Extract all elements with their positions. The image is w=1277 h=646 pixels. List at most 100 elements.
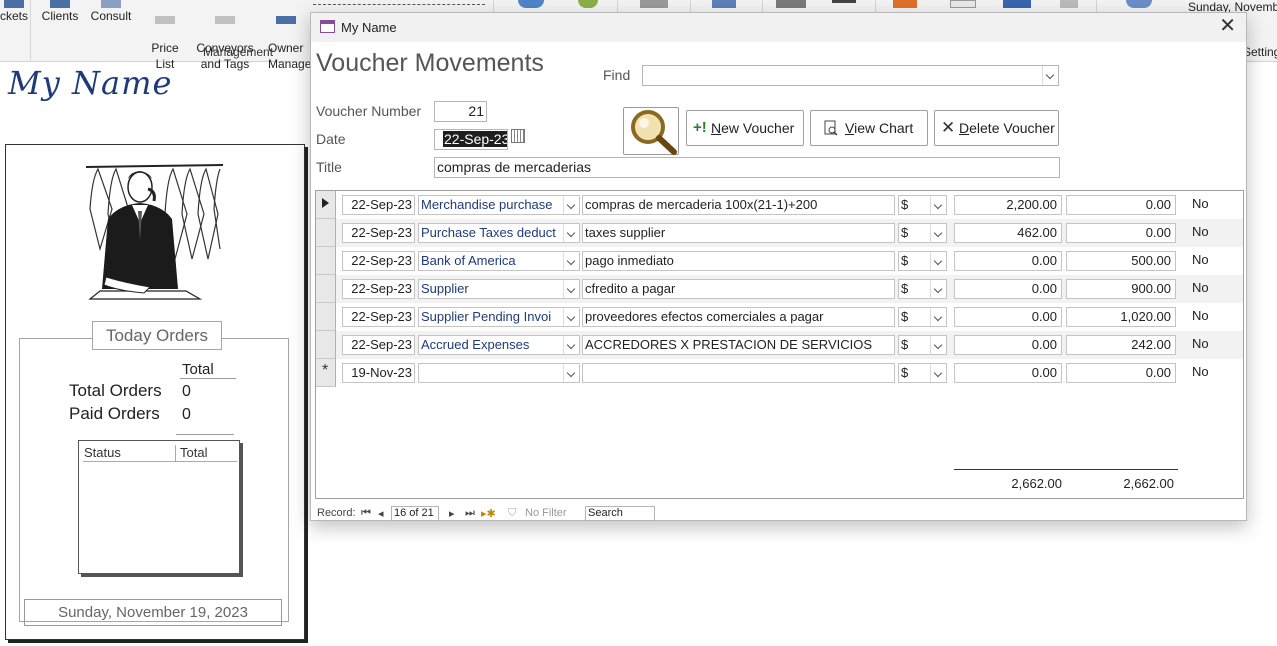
chevron-down-icon[interactable] [930, 196, 946, 214]
ribbon-owner-button[interactable]: Owner Manage [262, 0, 312, 72]
row-account-combo[interactable]: Bank of America [418, 251, 580, 271]
view-chart-button[interactable]: View Chart [810, 110, 928, 146]
row-currency-combo[interactable]: $ [898, 335, 947, 355]
table-row[interactable]: 22-Sep-23 Accrued Expenses ACCREDORES X PR… [316, 331, 1243, 359]
copy-icon[interactable] [1060, 0, 1078, 8]
chevron-down-icon[interactable] [930, 336, 946, 354]
search-button[interactable] [623, 107, 679, 155]
row-description-cell[interactable]: taxes supplier [582, 223, 895, 243]
chevron-down-icon[interactable] [1042, 66, 1058, 85]
record-selector[interactable] [316, 331, 336, 359]
row-debit-cell[interactable]: 0.00 [954, 279, 1062, 299]
new-record-icon[interactable] [316, 359, 336, 387]
search-box[interactable]: Search [585, 506, 655, 521]
row-description-cell[interactable]: compras de mercaderia 100x(21-1)+200 [582, 195, 895, 215]
orders-status-list[interactable]: Status Total [78, 440, 240, 574]
record-position-field[interactable]: 16 of 21 [391, 506, 439, 521]
last-record-icon[interactable]: ⏭ [465, 507, 475, 520]
row-description-cell[interactable]: ACCREDORES X PRESTACION DE SERVICIOS [582, 335, 895, 355]
chevron-down-icon[interactable] [930, 280, 946, 298]
chevron-down-icon[interactable] [563, 196, 579, 214]
row-debit-cell[interactable]: 462.00 [954, 223, 1062, 243]
row-account-combo[interactable]: Supplier [418, 279, 580, 299]
chevron-down-icon[interactable] [930, 308, 946, 326]
chevron-down-icon[interactable] [930, 252, 946, 270]
row-date-cell[interactable]: 22-Sep-23 [342, 195, 415, 215]
ribbon-clients-button[interactable]: Clients [38, 0, 82, 24]
window-titlebar[interactable]: My Name ✕ [311, 13, 1246, 42]
row-currency-combo[interactable]: $ [898, 223, 947, 243]
row-debit-cell[interactable]: 0.00 [954, 335, 1062, 355]
row-account-combo[interactable]: Accrued Expenses [418, 335, 580, 355]
chevron-down-icon[interactable] [563, 252, 579, 270]
new-record-icon[interactable]: ▸✱ [481, 507, 496, 520]
sync-icon[interactable] [578, 0, 598, 8]
row-description-cell[interactable]: pago inmediato [582, 251, 895, 271]
row-description-cell[interactable]: cfredito a pagar [582, 279, 895, 299]
row-debit-cell[interactable]: 0.00 [954, 307, 1062, 327]
row-debit-cell[interactable]: 2,200.00 [954, 195, 1062, 215]
ribbon-consult-button[interactable]: Consult [88, 0, 134, 24]
row-account-combo[interactable]: Merchandise purchase [418, 195, 580, 215]
row-debit-cell[interactable]: 0.00 [954, 363, 1062, 383]
row-date-cell[interactable]: 22-Sep-23 [342, 251, 415, 271]
row-credit-cell[interactable]: 0.00 [1066, 195, 1176, 215]
close-icon[interactable]: ✕ [1219, 16, 1236, 36]
settings-gear-icon[interactable] [1126, 0, 1152, 8]
export-icon[interactable] [776, 0, 806, 8]
row-credit-cell[interactable]: 500.00 [1066, 251, 1176, 271]
numbers-icon[interactable] [950, 0, 976, 8]
row-credit-cell[interactable]: 0.00 [1066, 363, 1176, 383]
table-row[interactable]: 22-Sep-23 Supplier Pending Invoi proveedor… [316, 303, 1243, 331]
chevron-down-icon[interactable] [930, 224, 946, 242]
new-voucher-button[interactable]: +! New Voucher [686, 110, 804, 146]
row-date-cell[interactable]: 22-Sep-23 [342, 223, 415, 243]
new-record-row[interactable]: 19-Nov-23 $0.00 0.00 No [316, 359, 1243, 387]
refresh-icon[interactable] [518, 0, 544, 8]
voucher-number-field[interactable]: 21 [434, 101, 487, 122]
row-date-cell[interactable]: 22-Sep-23 [342, 307, 415, 327]
prev-record-icon[interactable]: ◂ [378, 507, 384, 520]
no-filter-label[interactable]: No Filter [525, 507, 567, 519]
row-date-cell[interactable]: 22-Sep-23 [342, 335, 415, 355]
record-selector[interactable] [316, 247, 336, 275]
chevron-down-icon[interactable] [563, 364, 579, 382]
chevron-down-icon[interactable] [563, 280, 579, 298]
row-currency-combo[interactable]: $ [898, 363, 947, 383]
row-debit-cell[interactable]: 0.00 [954, 251, 1062, 271]
table-row[interactable]: 22-Sep-23 Bank of America pago inmediato $0… [316, 247, 1243, 275]
row-credit-cell[interactable]: 242.00 [1066, 335, 1176, 355]
chart-icon[interactable] [893, 0, 917, 8]
chevron-down-icon[interactable] [563, 336, 579, 354]
row-date-cell[interactable]: 19-Nov-23 [342, 363, 415, 383]
record-selector[interactable] [316, 219, 336, 247]
first-record-icon[interactable]: ⏮ [361, 507, 371, 520]
chevron-down-icon[interactable] [563, 224, 579, 242]
row-description-cell[interactable]: proveedores efectos comerciales a pagar [582, 307, 895, 327]
table-row[interactable]: 22-Sep-23 Purchase Taxes deduct taxes supp… [316, 219, 1243, 247]
row-account-combo[interactable]: Purchase Taxes deduct [418, 223, 580, 243]
ribbon-price-list-button[interactable]: Price List [144, 0, 186, 72]
row-currency-combo[interactable]: $ [898, 251, 947, 271]
calendar-icon[interactable] [511, 129, 525, 143]
row-currency-combo[interactable]: $ [898, 307, 947, 327]
row-description-cell[interactable] [582, 363, 895, 383]
edit-icon[interactable] [712, 0, 736, 8]
row-account-combo[interactable] [418, 363, 580, 383]
row-currency-combo[interactable]: $ [898, 279, 947, 299]
delete-voucher-button[interactable]: ✕ Delete Voucher [934, 110, 1059, 146]
table-row[interactable]: 22-Sep-23 Merchandise purchase compras de … [316, 191, 1243, 219]
record-selector[interactable] [316, 303, 336, 331]
row-credit-cell[interactable]: 1,020.00 [1066, 307, 1176, 327]
record-selector[interactable] [316, 275, 336, 303]
minus-icon[interactable] [832, 0, 856, 3]
find-combo[interactable] [642, 65, 1059, 86]
current-record-icon[interactable] [316, 191, 336, 219]
date-field[interactable]: 22-Sep-23 [434, 129, 508, 150]
row-credit-cell[interactable]: 0.00 [1066, 223, 1176, 243]
table-row[interactable]: 22-Sep-23 Supplier cfredito a pagar $0.00 90… [316, 275, 1243, 303]
ribbon-tickets-button[interactable]: ckets [0, 0, 28, 24]
report-icon[interactable] [640, 0, 668, 8]
row-date-cell[interactable]: 22-Sep-23 [342, 279, 415, 299]
ribbon-conveyors-button[interactable]: Conveyors and Tags [190, 0, 260, 72]
